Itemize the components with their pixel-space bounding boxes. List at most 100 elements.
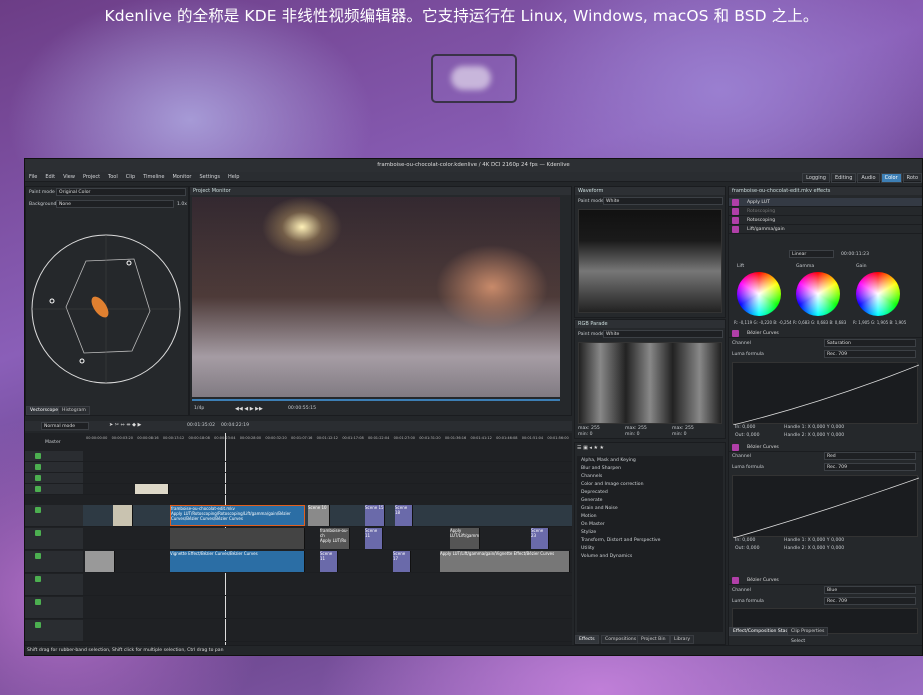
video-thumbnail[interactable] bbox=[431, 54, 517, 103]
workspace-logging[interactable]: Logging bbox=[802, 173, 830, 183]
clip-name: framboise-ou-ch bbox=[320, 528, 348, 538]
timeline-tools[interactable]: ➤ ✂ ⇔ ⇹ ◆ ▶ bbox=[109, 422, 141, 428]
channel-select[interactable]: Saturation bbox=[824, 339, 916, 347]
effect-lift-gamma-gain[interactable]: Lift/gamma/gain bbox=[729, 225, 922, 234]
channel-select[interactable]: Blue bbox=[824, 586, 916, 594]
effect-rotoscoping-1[interactable]: Rotoscoping bbox=[729, 207, 922, 216]
vectorscope-panel: Paint mode Original Color Background Non… bbox=[25, 186, 189, 416]
waveform-paint-select[interactable]: White bbox=[603, 197, 723, 205]
effect-bezier-3[interactable]: Bézier Curves bbox=[729, 576, 922, 585]
audio-track bbox=[25, 574, 572, 596]
menu-monitor[interactable]: Monitor bbox=[168, 172, 195, 182]
interp-select[interactable]: Linear bbox=[789, 250, 834, 258]
effect-category[interactable]: Deprecated bbox=[581, 490, 608, 495]
rgb-paint-select[interactable]: White bbox=[603, 330, 723, 338]
clip-effects: Vignette Effect/Bézier Curves/Bézier Cur… bbox=[170, 551, 258, 556]
timeline-clip[interactable]: Scene 11 bbox=[365, 528, 383, 549]
workspace-roto[interactable]: Roto bbox=[902, 173, 922, 183]
effect-category[interactable]: Transform, Distort and Perspective bbox=[581, 538, 660, 543]
clip-thumb[interactable] bbox=[135, 484, 169, 494]
effect-category[interactable]: Utility bbox=[581, 546, 595, 551]
monitor-progress[interactable] bbox=[192, 399, 560, 401]
timeline-clip[interactable]: Scene 11 bbox=[320, 551, 338, 572]
tab-library[interactable]: Library bbox=[670, 635, 695, 644]
menu-view[interactable]: View bbox=[59, 172, 79, 182]
gamma-wheel[interactable] bbox=[796, 272, 840, 316]
select-label[interactable]: Select bbox=[791, 639, 805, 644]
timeline-ruler[interactable]: 00:00:00:00 00:00:03:20 00:00:08:16 00:00:1… bbox=[85, 433, 572, 443]
monitor-video[interactable] bbox=[192, 197, 560, 397]
timeline-clip[interactable]: Apply LUT/Lift/gamma/gain bbox=[450, 528, 480, 549]
lift-wheel[interactable] bbox=[737, 272, 781, 316]
effect-bezier-2[interactable]: Bézier Curves bbox=[729, 443, 922, 452]
luma-select[interactable]: Rec. 709 bbox=[824, 597, 916, 605]
video-track: framboise-ou-ch Apply LUT/Ro Scene 11 App… bbox=[25, 528, 572, 550]
master-label: Master bbox=[45, 440, 61, 445]
effect-apply-lut[interactable]: Apply LUT bbox=[729, 198, 922, 207]
rgb-parade-panel: RGB Parade Paint mode White max: 255 max… bbox=[574, 319, 726, 439]
curve-handle1: Handle 1: X 0,000 Y 0,000 bbox=[784, 538, 845, 543]
workspace-editing[interactable]: Editing bbox=[830, 173, 857, 183]
ruler-tick-label: 00:00:00:00 bbox=[86, 436, 107, 440]
tab-histogram[interactable]: Histogram bbox=[58, 406, 90, 415]
effect-bezier-1[interactable]: Bézier Curves bbox=[729, 329, 922, 338]
timeline-clip[interactable]: Scene 17 bbox=[393, 551, 411, 572]
menu-edit[interactable]: Edit bbox=[41, 172, 59, 182]
background-select[interactable]: None bbox=[56, 200, 174, 208]
timeline-clip[interactable] bbox=[85, 551, 115, 572]
curve-editor[interactable] bbox=[732, 362, 920, 426]
luma-select[interactable]: Rec. 709 bbox=[824, 350, 916, 358]
effect-category[interactable]: Stylize bbox=[581, 530, 596, 535]
menu-clip[interactable]: Clip bbox=[122, 172, 139, 182]
timeline-clip[interactable]: Apply LUT/Lift/gamma/gain/Vignette Effec… bbox=[440, 551, 570, 572]
effect-category[interactable]: Generate bbox=[581, 498, 602, 503]
effect-category[interactable]: On Master bbox=[581, 522, 605, 527]
effect-category[interactable]: Channels bbox=[581, 474, 602, 479]
effect-category[interactable]: Volume and Dynamics bbox=[581, 554, 632, 559]
effect-category[interactable]: Motion bbox=[581, 514, 597, 519]
tab-project-bin[interactable]: Project Bin bbox=[637, 635, 670, 644]
tab-clip-properties[interactable]: Clip Properties bbox=[787, 627, 829, 636]
tab-vectorscope[interactable]: Vectorscope bbox=[26, 406, 63, 415]
menu-help[interactable]: Help bbox=[224, 172, 243, 182]
menu-settings[interactable]: Settings bbox=[196, 172, 225, 182]
gain-wheel[interactable] bbox=[856, 272, 900, 316]
workspace-color[interactable]: Color bbox=[880, 173, 902, 183]
tab-effects[interactable]: Effects bbox=[575, 635, 599, 644]
menu-project[interactable]: Project bbox=[79, 172, 104, 182]
channel-select[interactable]: Red bbox=[824, 452, 916, 460]
timeline-clip[interactable]: Scene 10 bbox=[308, 505, 330, 526]
timeline-clip-selected[interactable]: framboise-ou-chocolat-edit.mkv Apply LUT/… bbox=[170, 505, 305, 526]
monitor-zoom[interactable]: 1/4p bbox=[194, 406, 204, 411]
effect-category[interactable]: Color and Image correction bbox=[581, 482, 644, 487]
tab-effect-stack[interactable]: Effect/Composition Stack bbox=[729, 627, 795, 636]
video-track bbox=[25, 451, 572, 462]
timeline: Master 00:00:00:00 00:00:03:20 00:00:08:16… bbox=[25, 433, 572, 645]
effect-category[interactable]: Grain and Noise bbox=[581, 506, 618, 511]
timeline-clip[interactable]: Scene 15 bbox=[365, 505, 385, 526]
workspace-audio[interactable]: Audio bbox=[857, 173, 880, 183]
effect-category[interactable]: Alpha, Mask and Keying bbox=[581, 458, 636, 463]
effect-timecode[interactable]: 00:00:11:23 bbox=[841, 252, 869, 257]
timeline-clip[interactable]: Scene 18 bbox=[395, 505, 413, 526]
edit-mode-select[interactable]: Normal mode bbox=[41, 422, 89, 430]
effect-category[interactable]: Blur and Sharpen bbox=[581, 466, 621, 471]
effect-rotoscoping-2[interactable]: Rotoscoping bbox=[729, 216, 922, 225]
timeline-clip[interactable]: Scene 23 bbox=[531, 528, 549, 549]
monitor-timecode[interactable]: 00:00:55:15 bbox=[288, 406, 316, 411]
timeline-clip[interactable] bbox=[170, 528, 305, 549]
paint-mode-select[interactable]: Original Color bbox=[56, 188, 186, 196]
tab-compositions[interactable]: Compositions bbox=[601, 635, 641, 644]
menu-timeline[interactable]: Timeline bbox=[139, 172, 168, 182]
timeline-clip[interactable]: Vignette Effect/Bézier Curves/Bézier Cur… bbox=[170, 551, 305, 572]
luma-select[interactable]: Rec. 709 bbox=[824, 463, 916, 471]
menu-tool[interactable]: Tool bbox=[104, 172, 122, 182]
rgb-parade-graph bbox=[578, 342, 722, 424]
timeline-clip[interactable]: framboise-ou-ch Apply LUT/Ro bbox=[320, 528, 350, 549]
timeline-clip[interactable] bbox=[113, 505, 133, 526]
transport-controls[interactable]: ◀◀ ◀ ▶ ▶▶ bbox=[235, 406, 263, 412]
effects-toolbar[interactable]: ☰ ▣ ◂ ★ ★ bbox=[577, 445, 604, 455]
curve-editor[interactable] bbox=[732, 475, 920, 539]
rgb-parade-title: RGB Parade bbox=[575, 320, 725, 328]
menu-file[interactable]: File bbox=[25, 172, 41, 182]
